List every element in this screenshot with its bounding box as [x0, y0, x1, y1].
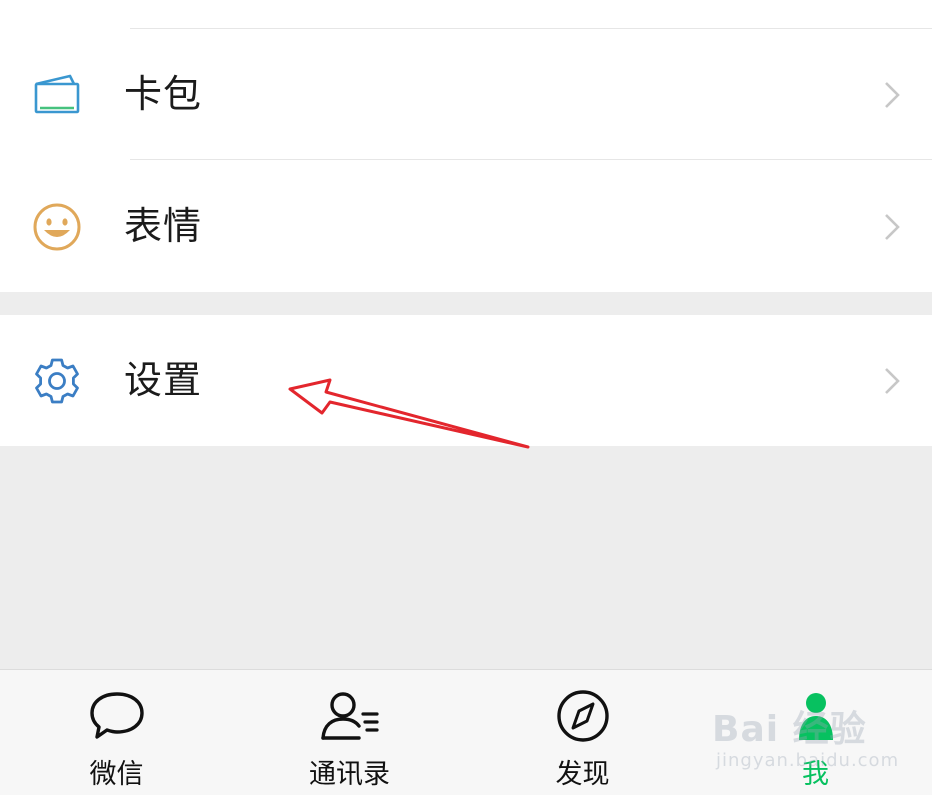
tab-label: 发现 — [555, 759, 610, 790]
contacts-icon — [319, 688, 381, 744]
bottom-tab-bar: 微信 通讯录 发现 我 — [0, 669, 932, 795]
chevron-right-icon — [885, 82, 900, 108]
card-wallet-icon — [30, 68, 84, 122]
chevron-right-icon — [885, 214, 900, 240]
smiley-icon — [30, 200, 84, 254]
menu-item-label: 设置 — [124, 358, 203, 402]
menu-group-primary: 卡包 表情 — [0, 0, 932, 292]
chat-bubble-icon — [86, 688, 148, 744]
tab-chats[interactable]: 微信 — [0, 670, 233, 795]
menu-group-settings: 设置 — [0, 315, 932, 446]
menu-item-settings[interactable]: 设置 — [0, 315, 932, 446]
tab-label: 我 — [802, 759, 829, 790]
tab-label: 通讯录 — [309, 759, 390, 790]
tab-me[interactable]: 我 — [699, 670, 932, 795]
gear-icon — [30, 354, 84, 408]
tab-contacts[interactable]: 通讯录 — [233, 670, 466, 795]
menu-item-label: 表情 — [124, 204, 203, 248]
tab-label: 微信 — [89, 759, 144, 790]
person-icon — [785, 688, 847, 744]
row-divider — [130, 159, 932, 160]
compass-icon — [552, 688, 614, 744]
chevron-right-icon — [885, 368, 900, 394]
menu-item-label: 卡包 — [124, 72, 203, 116]
menu-item-stickers[interactable]: 表情 — [0, 161, 932, 292]
tab-discover[interactable]: 发现 — [466, 670, 699, 795]
menu-item-card-wallet[interactable]: 卡包 — [0, 29, 932, 160]
